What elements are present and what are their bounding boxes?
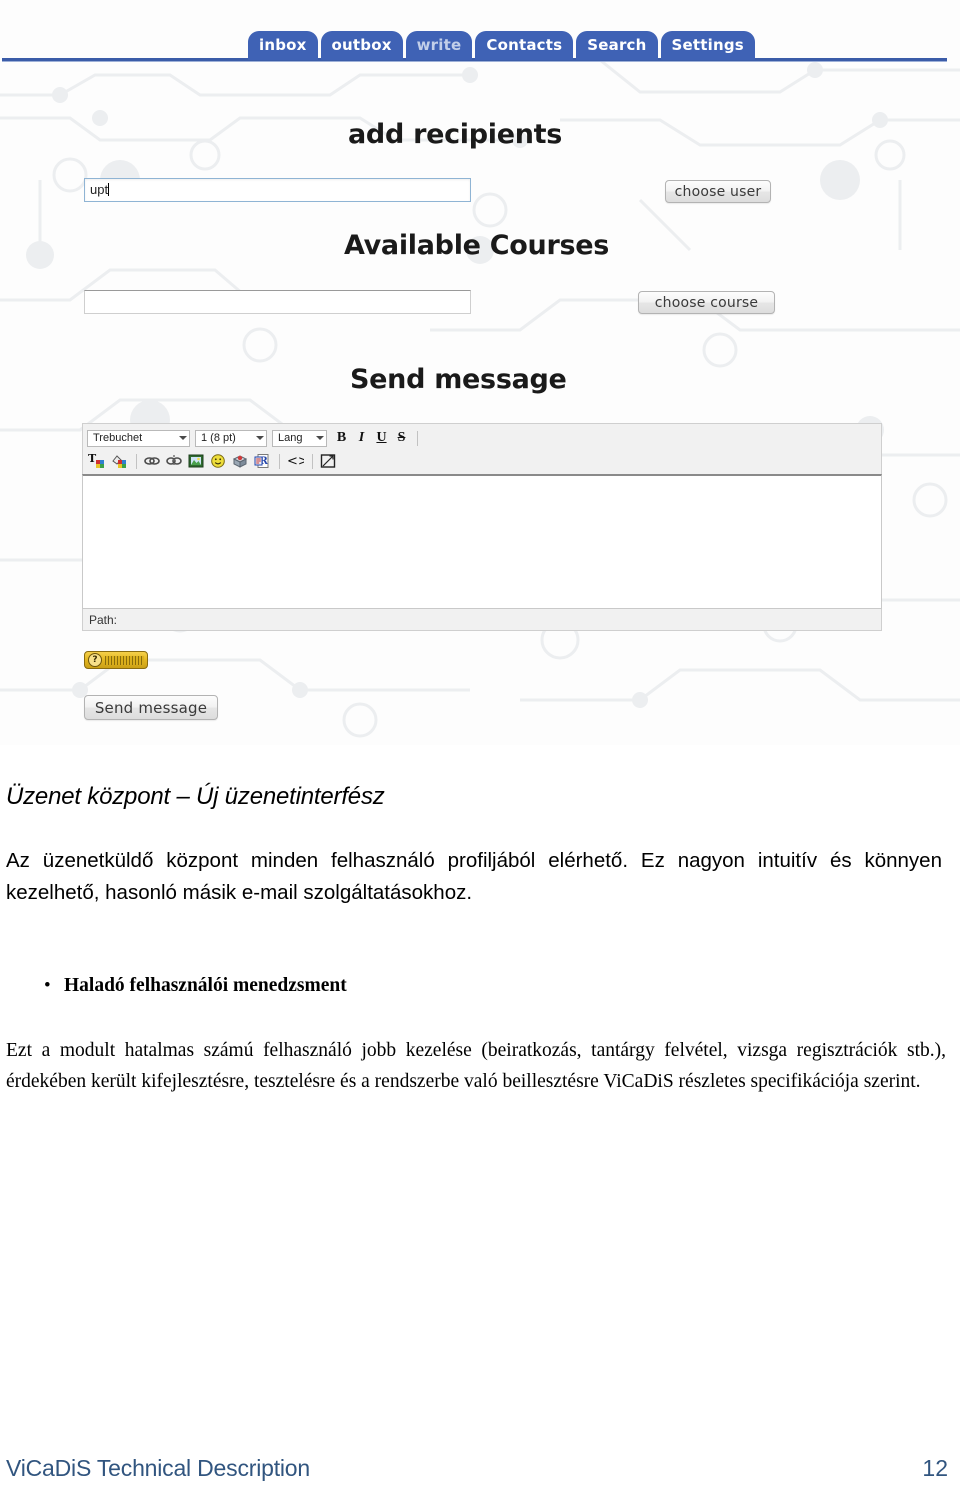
text-color-icon[interactable]: T: [87, 451, 107, 471]
bullet-item-label: Haladó felhasználói menedzsment: [64, 975, 347, 996]
editor-body[interactable]: [82, 474, 882, 609]
help-badge-text: [105, 655, 144, 665]
send-message-button[interactable]: Send message: [84, 695, 218, 720]
embedded-screenshot: inbox outbox write Contacts Search Setti…: [0, 0, 960, 745]
list-item: • Haladó felhasználói menedzsment: [0, 972, 960, 1000]
footer-title: ViCaDiS Technical Description: [6, 1455, 310, 1481]
insert-link-icon[interactable]: [142, 451, 162, 471]
tab-search[interactable]: Search: [576, 31, 658, 60]
toolbar-separator: [279, 453, 280, 469]
text-caret: [108, 183, 110, 196]
bullet-list: • Haladó felhasználói menedzsment: [0, 972, 960, 1000]
insert-emoticon-icon[interactable]: [208, 451, 228, 471]
chevron-down-icon: [316, 436, 324, 440]
bold-button[interactable]: B: [332, 429, 351, 448]
intro-paragraph: Az üzenetküldő központ minden felhasznál…: [6, 849, 942, 904]
language-select[interactable]: Lang: [272, 429, 327, 447]
svg-text:T: T: [88, 452, 97, 465]
font-size-select[interactable]: 1 (8 pt): [195, 429, 267, 447]
recipient-input[interactable]: upt: [84, 178, 471, 202]
course-input[interactable]: [84, 290, 471, 314]
editor-path-bar: Path:: [82, 609, 882, 631]
font-family-value: Trebuchet: [93, 432, 143, 444]
tab-contacts[interactable]: Contacts: [475, 31, 574, 60]
find-replace-icon[interactable]: R: [252, 451, 272, 471]
module-description-paragraph: Ezt a modult hatalmas számú felhasználó …: [6, 1040, 946, 1092]
toolbar-separator: [312, 453, 313, 469]
available-courses-heading: Available Courses: [344, 230, 610, 261]
tab-settings[interactable]: Settings: [660, 31, 755, 60]
toolbar-separator: [136, 453, 137, 469]
insert-media-icon[interactable]: [230, 451, 250, 471]
recipient-input-value: upt: [90, 182, 109, 197]
background-color-icon[interactable]: [109, 451, 129, 471]
italic-button[interactable]: I: [352, 429, 371, 448]
section-heading: Üzenet központ – Új üzenetinterfész: [6, 783, 385, 810]
footer-page-number: 12: [922, 1455, 948, 1481]
chevron-down-icon: [256, 436, 264, 440]
rich-text-editor: Trebuchet 1 (8 pt) Lang B I U S T R <> P…: [82, 423, 882, 645]
font-size-value: 1 (8 pt): [201, 432, 236, 444]
chevron-down-icon: [179, 436, 187, 440]
fullscreen-icon[interactable]: [318, 451, 338, 471]
tab-outbox[interactable]: outbox: [320, 31, 403, 60]
insert-image-icon[interactable]: [186, 451, 206, 471]
editor-toolbar: Trebuchet 1 (8 pt) Lang B I U S T R <>: [82, 423, 882, 474]
page-footer: ViCaDiS Technical Description 12: [0, 1455, 960, 1489]
source-code-icon[interactable]: <>: [285, 451, 305, 471]
unlink-icon[interactable]: [164, 451, 184, 471]
tab-write[interactable]: write: [405, 31, 473, 60]
svg-text:<>: <>: [287, 454, 304, 469]
font-family-select[interactable]: Trebuchet: [87, 429, 190, 447]
question-mark-icon: ?: [88, 653, 102, 667]
nav-tabs: inbox outbox write Contacts Search Setti…: [248, 30, 758, 60]
help-badge[interactable]: ?: [84, 651, 148, 669]
editor-toolbar-row-2: T R <>: [87, 450, 877, 472]
underline-button[interactable]: U: [372, 429, 391, 448]
path-label: Path:: [89, 612, 118, 627]
language-value: Lang: [278, 432, 303, 444]
toolbar-separator: [417, 430, 418, 446]
bullet-marker-icon: •: [44, 975, 51, 996]
tab-inbox[interactable]: inbox: [248, 31, 318, 60]
add-recipients-heading: add recipients: [348, 119, 563, 150]
choose-user-button[interactable]: choose user: [665, 180, 771, 203]
strikethrough-button[interactable]: S: [392, 429, 411, 448]
send-message-heading: Send message: [350, 364, 567, 395]
editor-toolbar-row-1: Trebuchet 1 (8 pt) Lang B I U S: [87, 427, 877, 449]
choose-course-button[interactable]: choose course: [638, 291, 775, 314]
